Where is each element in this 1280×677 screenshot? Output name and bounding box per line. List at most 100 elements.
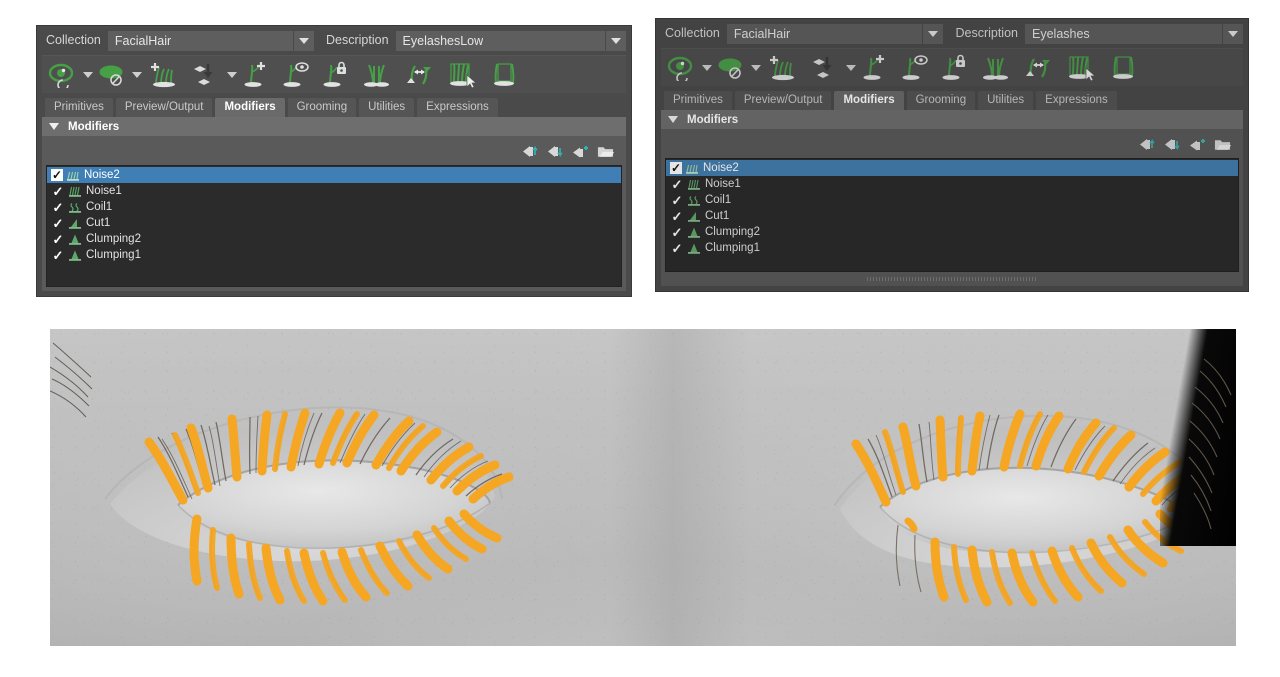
flip-guides-icon[interactable] [401,58,437,92]
modifier-checkbox[interactable]: ✓ [670,209,684,223]
modifier-checkbox[interactable]: ✓ [51,232,65,246]
modifier-list[interactable]: ✓ Noise2 ✓ Noise1 ✓ Coil1 ✓ Cut1 ✓ Clump… [665,158,1239,272]
horizontal-scrollbar[interactable] [665,275,1239,282]
modifier-checkbox[interactable]: ✓ [670,177,684,191]
tab-expressions[interactable]: Expressions [1036,91,1117,110]
description-input[interactable]: Eyelashes [1025,23,1222,44]
modifier-checkbox[interactable]: ✓ [51,248,65,262]
tab-primitives[interactable]: Primitives [664,91,732,110]
modifier-list[interactable]: ✓ Noise2 ✓ Noise1 ✓ Coil1 ✓ Cut1 ✓ Clump… [46,165,622,287]
hair-toolbar[interactable] [42,55,626,93]
add-hair-icon[interactable] [763,51,799,85]
surface-dropdown-icon[interactable] [748,51,763,85]
show-guides-icon[interactable] [279,58,313,92]
show-guides-icon[interactable] [898,51,932,85]
tab-primitives[interactable]: Primitives [45,98,113,117]
move-up-icon[interactable] [1139,136,1156,152]
modifier-row-clumping1[interactable]: ✓ Clumping1 [666,240,1238,256]
tab-expressions[interactable]: Expressions [417,98,498,117]
modifier-row-noise2[interactable]: ✓ Noise2 [666,160,1238,176]
split-guides-icon[interactable] [359,58,395,92]
lock-guide-icon[interactable] [319,58,353,92]
select-strands-icon[interactable] [1062,51,1100,85]
tab-utilities[interactable]: Utilities [359,98,415,117]
description-label: Description [326,33,389,47]
eye-guides-dropdown-icon[interactable] [80,58,95,92]
modifier-stack-toolbar[interactable] [665,132,1239,156]
surface-dropdown-icon[interactable] [129,58,144,92]
description-dropdown-icon[interactable] [1222,23,1243,44]
modifier-checkbox[interactable]: ✓ [670,225,684,239]
collection-dropdown-icon[interactable] [293,30,315,51]
tab-preview-output[interactable]: Preview/Output [115,98,213,117]
modifier-row-cut1[interactable]: ✓ Cut1 [666,208,1238,224]
modifier-row-clumping2[interactable]: ✓ Clumping2 [666,224,1238,240]
modifier-checkbox[interactable]: ✓ [51,184,65,198]
modifier-row-coil1[interactable]: ✓ Coil1 [47,199,621,215]
modifiers-section-header[interactable]: Modifiers [42,117,626,136]
modifier-row-noise1[interactable]: ✓ Noise1 [666,176,1238,192]
plant-hair-icon[interactable] [186,58,224,92]
move-down-icon[interactable] [547,143,564,159]
modifier-checkbox[interactable]: ✓ [670,193,684,207]
modifier-checkbox[interactable]: ✓ [670,241,684,255]
add-guide-icon[interactable] [239,58,273,92]
open-folder-icon[interactable] [597,143,614,159]
add-modifier-icon[interactable] [572,143,589,159]
modifier-row-noise2[interactable]: ✓ Noise2 [47,167,621,183]
surface-icon[interactable] [95,58,129,92]
modifier-row-clumping1[interactable]: ✓ Clumping1 [47,247,621,263]
add-hair-icon[interactable] [144,58,180,92]
chevron-down-icon[interactable] [668,116,678,123]
tab-modifiers[interactable]: Modifiers [215,98,285,117]
collection-input[interactable]: FacialHair [726,23,923,44]
panel-tabs[interactable]: Primitives Preview/Output Modifiers Groo… [42,98,626,117]
hair-panel-left[interactable]: Collection FacialHair Description Eyelas… [36,25,632,297]
hair-panel-right[interactable]: Collection FacialHair Description Eyelas… [655,18,1249,292]
select-strands-icon[interactable] [443,58,481,92]
panel-tabs[interactable]: Primitives Preview/Output Modifiers Groo… [661,91,1243,110]
modifier-checkbox[interactable]: ✓ [51,216,65,230]
frame-strands-icon[interactable] [487,58,523,92]
add-guide-icon[interactable] [858,51,892,85]
eyelash-render-viewport[interactable] [50,329,1236,646]
modifier-checkbox[interactable]: ✓ [51,168,63,181]
chevron-down-icon[interactable] [49,123,59,130]
modifier-row-noise1[interactable]: ✓ Noise1 [47,183,621,199]
plant-hair-icon[interactable] [805,51,843,85]
tab-modifiers[interactable]: Modifiers [834,91,904,110]
eye-guides-dropdown-icon[interactable] [699,51,714,85]
collection-input[interactable]: FacialHair [107,30,294,51]
modifiers-section-label: Modifiers [687,113,739,126]
tab-utilities[interactable]: Utilities [978,91,1034,110]
modifier-stack-toolbar[interactable] [46,139,622,163]
lock-guide-icon[interactable] [938,51,972,85]
hair-toolbar[interactable] [661,48,1243,86]
tab-grooming[interactable]: Grooming [906,91,976,110]
tab-grooming[interactable]: Grooming [287,98,357,117]
description-input[interactable]: EyelashesLow [395,30,606,51]
collection-dropdown-icon[interactable] [922,23,944,44]
modifier-row-coil1[interactable]: ✓ Coil1 [666,192,1238,208]
modifier-row-clumping2[interactable]: ✓ Clumping2 [47,231,621,247]
surface-icon[interactable] [714,51,748,85]
plant-hair-dropdown-icon[interactable] [224,58,239,92]
split-guides-icon[interactable] [978,51,1014,85]
move-down-icon[interactable] [1164,136,1181,152]
eye-guides-icon[interactable] [665,51,699,85]
collection-value: FacialHair [733,26,791,41]
eye-guides-icon[interactable] [46,58,80,92]
modifier-row-cut1[interactable]: ✓ Cut1 [47,215,621,231]
flip-guides-icon[interactable] [1020,51,1056,85]
add-modifier-icon[interactable] [1189,136,1206,152]
open-folder-icon[interactable] [1214,136,1231,152]
tab-preview-output[interactable]: Preview/Output [734,91,832,110]
plant-hair-dropdown-icon[interactable] [843,51,858,85]
move-up-icon[interactable] [522,143,539,159]
modifiers-section-header[interactable]: Modifiers [661,110,1243,129]
frame-strands-icon[interactable] [1106,51,1142,85]
description-dropdown-icon[interactable] [605,30,627,51]
collection-label: Collection [46,33,101,47]
modifier-checkbox[interactable]: ✓ [670,161,682,174]
modifier-checkbox[interactable]: ✓ [51,200,65,214]
